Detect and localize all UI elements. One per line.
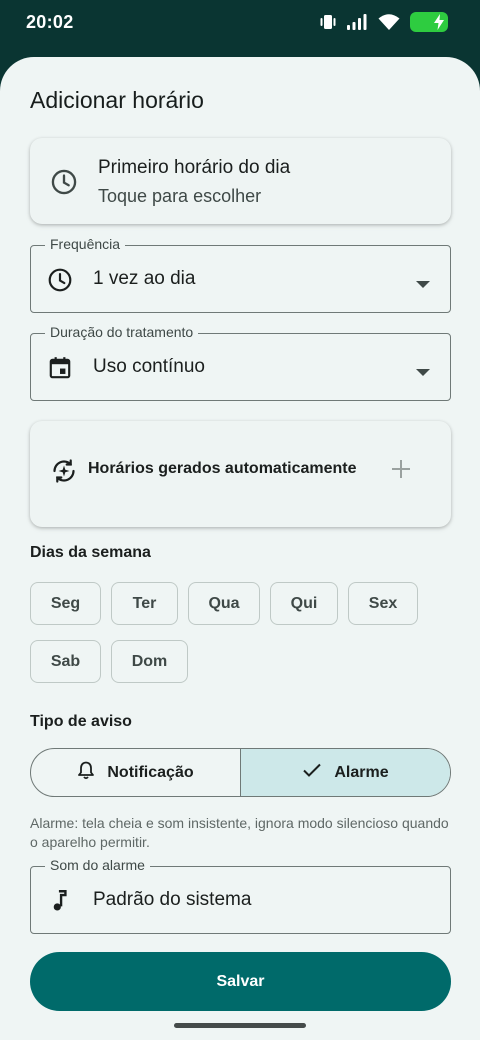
alarm-option[interactable]: Alarme (240, 749, 450, 796)
first-time-picker-card[interactable]: Primeiro horário do dia Toque para escol… (30, 138, 451, 224)
day-chip-seg[interactable]: Seg (30, 582, 101, 625)
caret-down-icon (416, 364, 430, 382)
day-chip-ter[interactable]: Ter (111, 582, 178, 625)
frequency-label: Frequência (45, 236, 126, 252)
day-chip-sab[interactable]: Sab (30, 640, 101, 683)
save-button[interactable]: Salvar (30, 952, 451, 1011)
battery-charging-icon (410, 12, 448, 32)
status-bar: 20:02 (0, 0, 480, 44)
music-note-icon (47, 888, 73, 919)
status-time: 20:02 (26, 11, 74, 32)
alarm-option-label: Alarme (334, 763, 389, 781)
sheet-title: Adicionar horário (30, 87, 204, 113)
duration-label: Duração do tratamento (45, 324, 199, 340)
duration-value: Uso contínuo (93, 356, 205, 377)
day-chip-dom[interactable]: Dom (111, 640, 188, 683)
home-indicator[interactable] (174, 1023, 306, 1028)
auto-generated-times-card: Horários gerados automaticamente (30, 421, 451, 527)
weekdays-label: Dias da semana (30, 544, 151, 561)
bell-icon (77, 760, 95, 785)
notification-option-label: Notificação (107, 763, 194, 781)
calendar-icon (47, 355, 73, 386)
caret-down-icon (416, 276, 430, 294)
notification-option[interactable]: Notificação (31, 749, 240, 796)
day-chip-sex[interactable]: Sex (348, 582, 418, 625)
auto-refresh-sparkle-icon (50, 457, 78, 490)
alarm-sound-field[interactable]: Som do alarme Padrão do sistema (30, 857, 451, 934)
status-icons (320, 12, 448, 32)
first-time-title: Primeiro horário do dia (98, 157, 291, 178)
day-chip-qui[interactable]: Qui (270, 582, 338, 625)
add-time-sheet: Adicionar horário Primeiro horário do di… (0, 57, 480, 1040)
signal-icon (346, 13, 368, 31)
alarm-sound-value: Padrão do sistema (93, 889, 252, 910)
alert-type-label: Tipo de aviso (30, 713, 132, 730)
first-time-subtitle: Toque para escolher (98, 186, 262, 206)
plus-icon[interactable] (390, 458, 412, 485)
alert-type-segmented-button: Notificação Alarme (30, 748, 451, 797)
frequency-dropdown[interactable]: Frequência 1 vez ao dia (30, 236, 451, 313)
clock-icon (47, 267, 73, 298)
alarm-sound-label: Som do alarme (45, 857, 150, 873)
check-icon (302, 762, 322, 783)
treatment-duration-dropdown[interactable]: Duração do tratamento Uso contínuo (30, 324, 451, 401)
clock-icon (50, 168, 78, 201)
auto-times-title: Horários gerados automaticamente (88, 460, 357, 477)
vibrate-icon (320, 13, 336, 31)
frequency-value: 1 vez ao dia (93, 268, 196, 289)
alarm-help-text: Alarme: tela cheia e som insistente, ign… (30, 815, 449, 850)
wifi-icon (378, 13, 400, 31)
day-chip-qua[interactable]: Qua (188, 582, 260, 625)
